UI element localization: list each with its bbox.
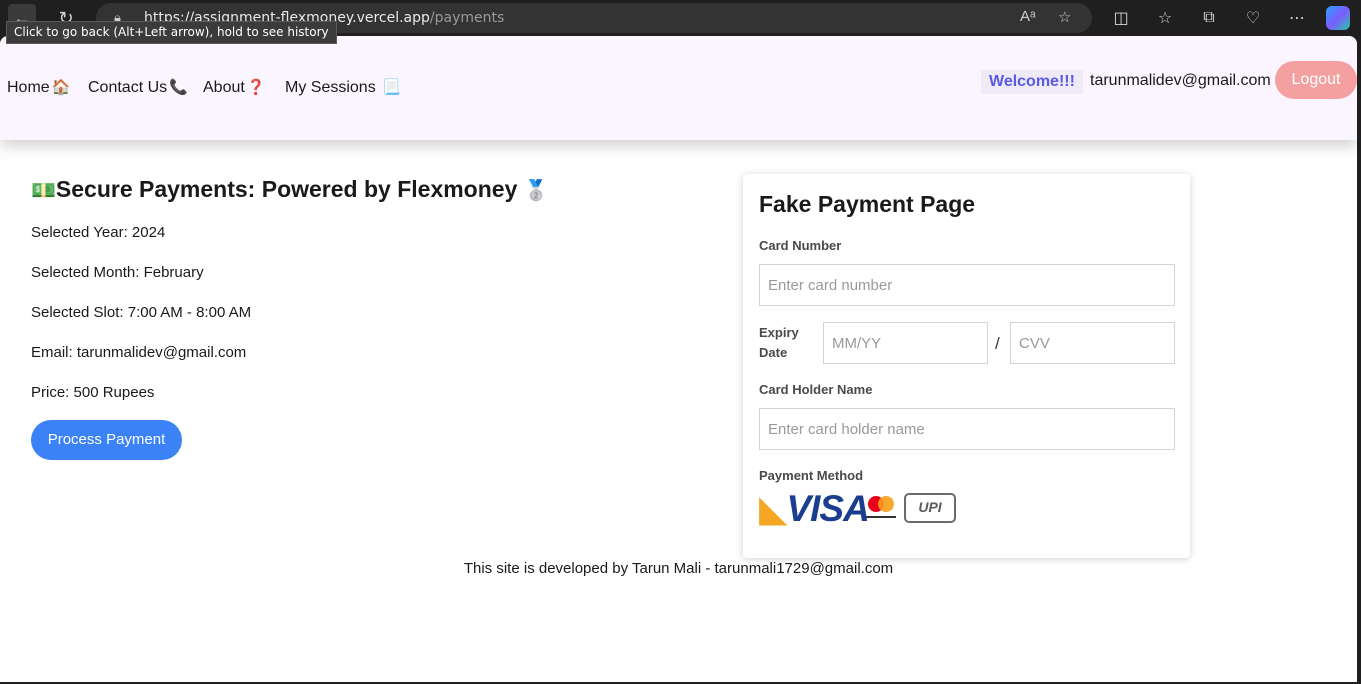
page-icon: 📃: [382, 79, 401, 96]
selected-year: Selected Year: 2024: [31, 224, 166, 241]
nav-link-contact[interactable]: Contact Us 📞: [88, 78, 188, 97]
visa-icon: ◣VISA: [759, 488, 870, 529]
page-title: 💵Secure Payments: Powered by Flexmoney 🥈: [31, 176, 549, 202]
nav-link-about[interactable]: About ❓: [203, 78, 266, 97]
medal-icon: 🥈: [523, 180, 549, 202]
copilot-icon[interactable]: [1326, 6, 1350, 30]
upi-icon: UPI: [904, 493, 956, 523]
logout-button[interactable]: Logout: [1275, 61, 1357, 99]
home-icon: 🏠: [51, 79, 71, 96]
nav-link-sessions[interactable]: My Sessions 📃: [285, 78, 401, 97]
web-page: Home 🏠 Contact Us 📞 About ❓ My Sessions 📃 W…: [0, 36, 1357, 682]
more-icon[interactable]: ⋯: [1286, 7, 1308, 29]
money-icon: 💵: [31, 180, 56, 202]
back-button-tooltip: Click to go back (Alt+Left arrow), hold …: [6, 21, 337, 44]
process-payment-button[interactable]: Process Payment: [31, 420, 182, 460]
card-holder-input[interactable]: [759, 408, 1175, 450]
expiry-date-label: Expiry Date: [759, 325, 799, 360]
payment-card: Fake Payment Page Card Number Expiry Dat…: [743, 174, 1190, 558]
card-holder-label: Card Holder Name: [759, 382, 873, 397]
selected-slot: Selected Slot: 7:00 AM - 8:00 AM: [31, 304, 252, 321]
navbar: Home 🏠 Contact Us 📞 About ❓ My Sessions 📃 W…: [0, 36, 1357, 140]
card-number-input[interactable]: [759, 264, 1175, 306]
read-aloud-icon[interactable]: A͏ᵃ: [1020, 8, 1036, 25]
nav-link-home[interactable]: Home 🏠: [7, 78, 70, 97]
window-edge: [1357, 36, 1361, 684]
payment-email: Email: tarunmalidev@gmail.com: [31, 344, 247, 361]
expiry-separator: /: [995, 334, 1000, 353]
question-icon: ❓: [246, 79, 266, 96]
favorite-star-icon[interactable]: ☆: [1058, 8, 1071, 26]
collections-icon[interactable]: ⧉: [1198, 7, 1220, 29]
welcome-badge: Welcome!!!: [981, 70, 1083, 94]
browser-essentials-icon[interactable]: ♡: [1242, 7, 1264, 29]
selected-month: Selected Month: February: [31, 264, 204, 281]
cvv-input[interactable]: [1010, 322, 1175, 364]
user-email: tarunmalidev@gmail.com: [1090, 72, 1271, 89]
payment-method-label: Payment Method: [759, 468, 864, 483]
favorites-icon[interactable]: ☆: [1154, 7, 1176, 29]
split-screen-icon[interactable]: ◫: [1110, 7, 1132, 29]
expiry-date-input[interactable]: [823, 322, 988, 364]
phone-icon: 📞: [169, 79, 188, 96]
card-title: Fake Payment Page: [759, 191, 976, 217]
mastercard-icon: [866, 496, 896, 522]
price: Price: 500 Rupees: [31, 384, 155, 401]
card-number-label: Card Number: [759, 238, 842, 253]
footer-text: This site is developed by Tarun Mali - t…: [463, 560, 894, 577]
